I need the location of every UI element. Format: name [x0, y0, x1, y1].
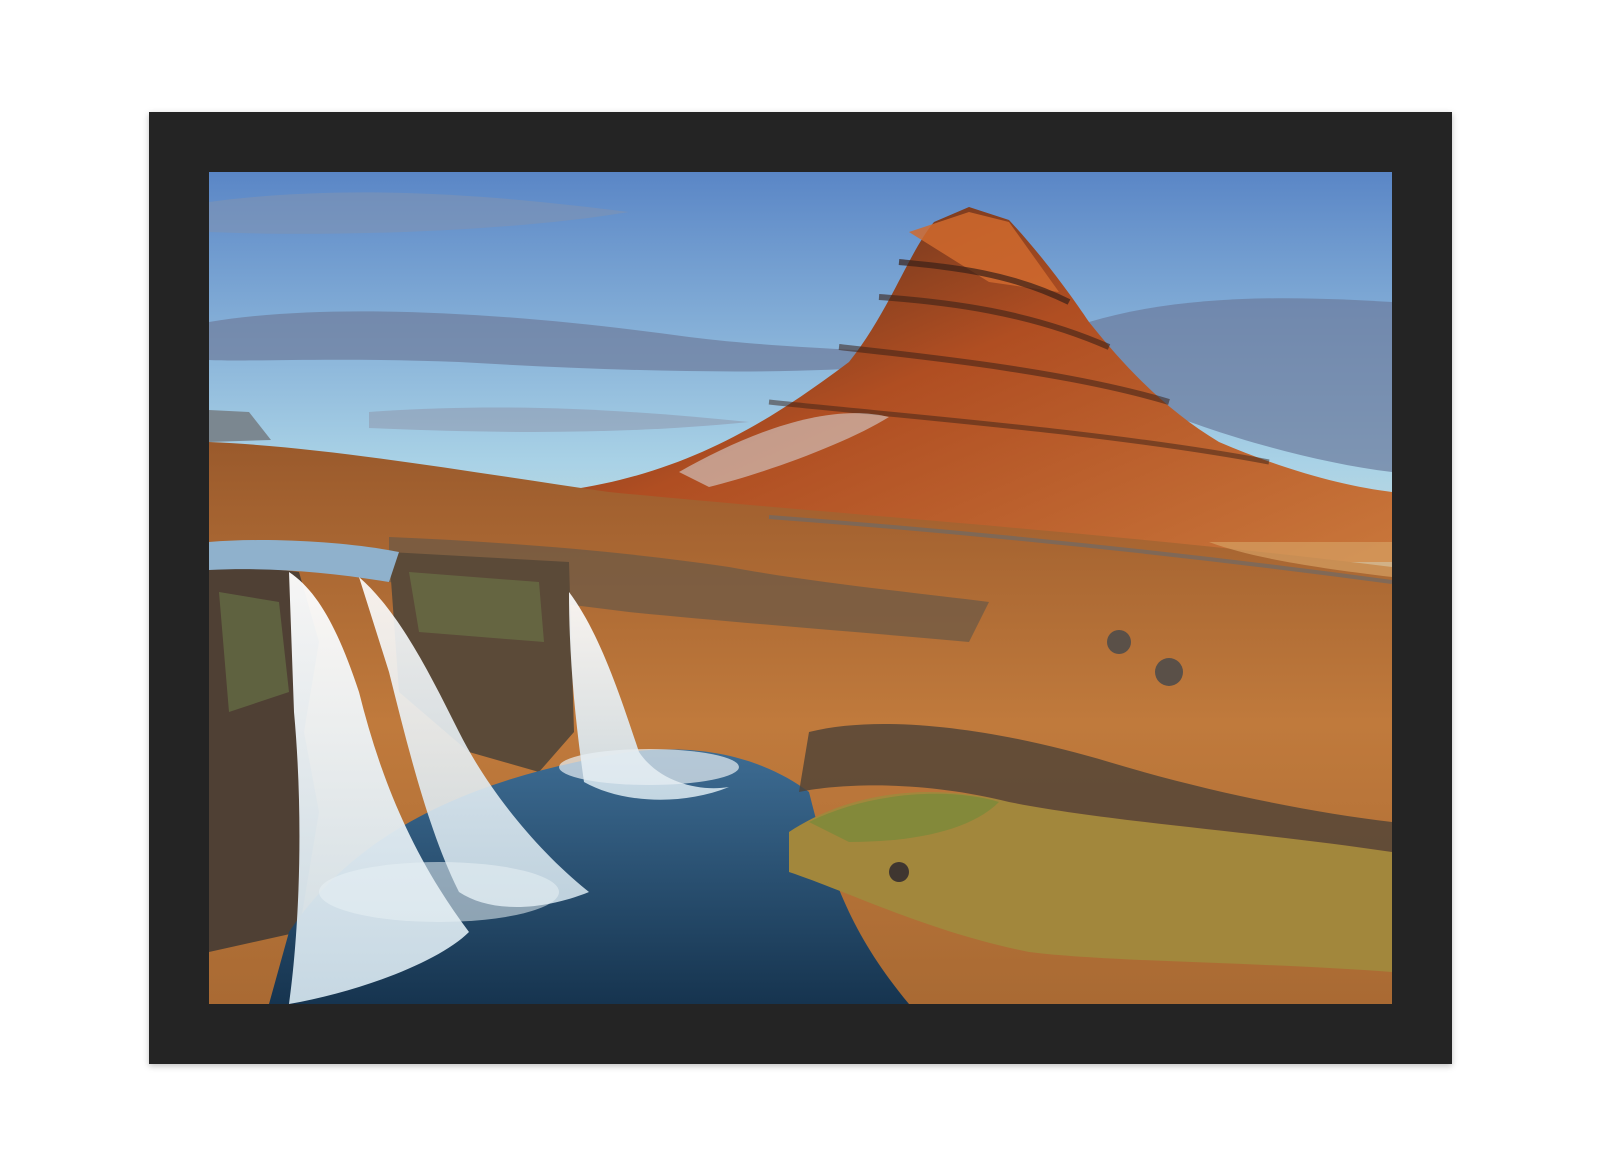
spray [559, 749, 739, 785]
picture-frame [149, 112, 1452, 1064]
framed-photo [209, 172, 1392, 1004]
landscape-illustration [209, 172, 1392, 1004]
